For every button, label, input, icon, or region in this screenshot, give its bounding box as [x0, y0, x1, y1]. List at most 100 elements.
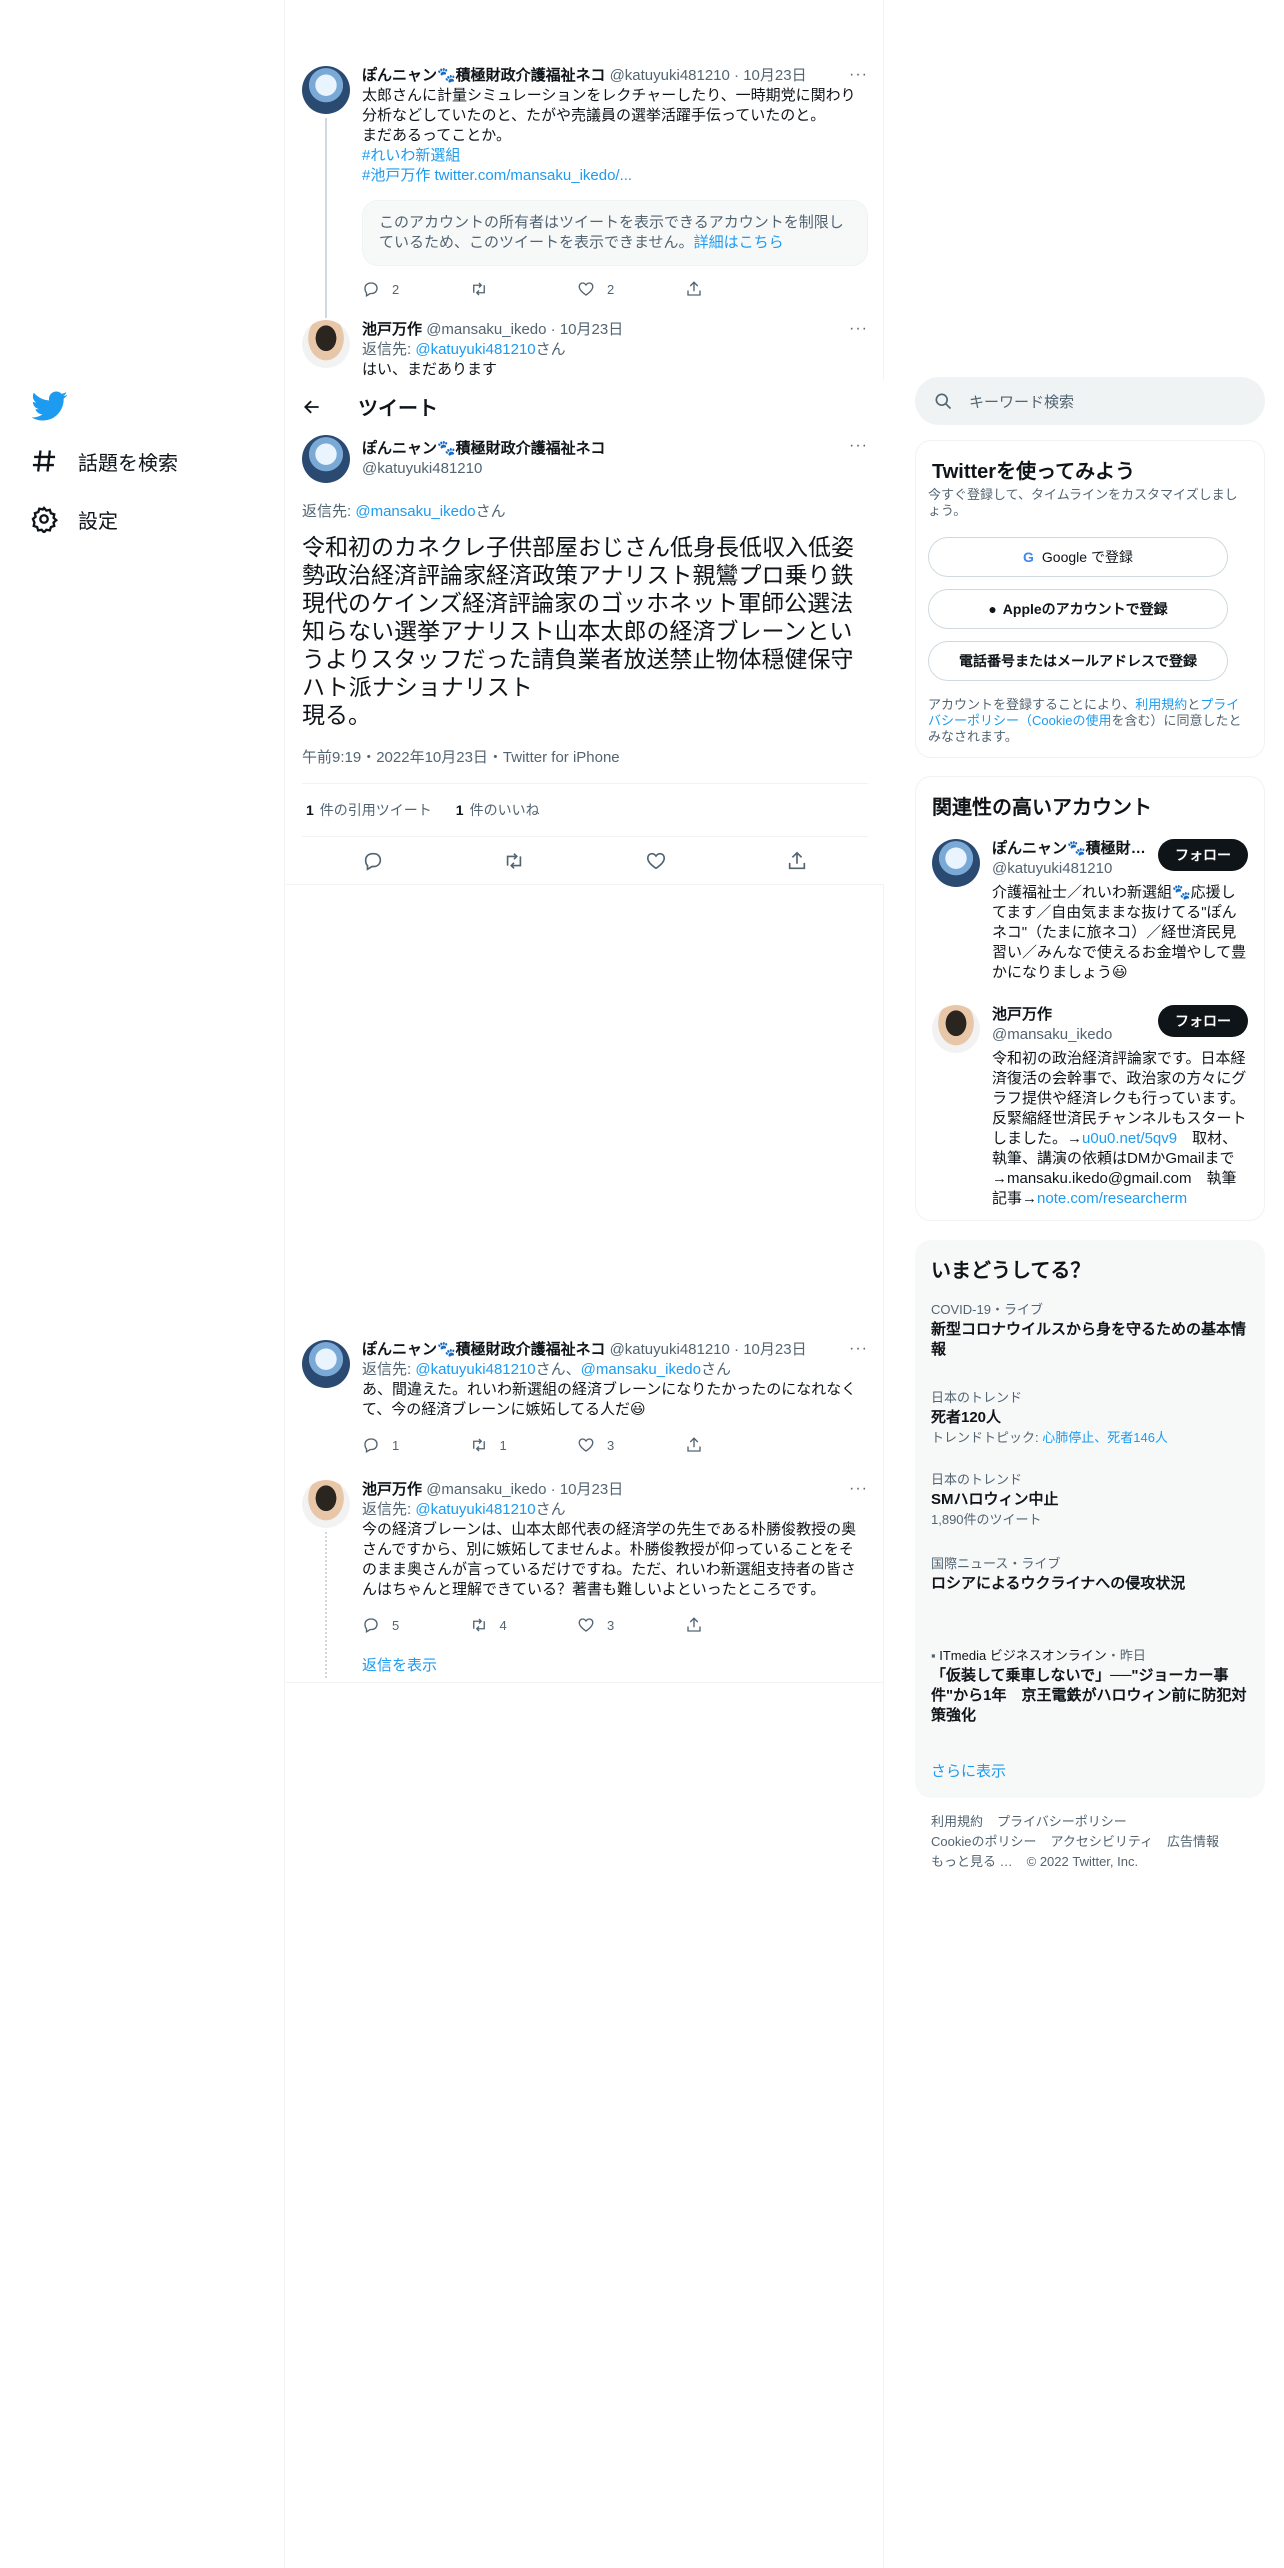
learn-more-link[interactable]: 詳細はこちら [694, 234, 784, 251]
footer-link[interactable]: プライバシーポリシー [997, 1814, 1127, 1829]
trend-topic-link[interactable]: 心肺停止、死者146人 [1042, 1430, 1168, 1445]
tweet-date[interactable]: 10月23日 [560, 321, 623, 338]
account-name[interactable]: 池戸万作 [992, 1005, 1152, 1025]
follow-button[interactable]: フォロー [1158, 1005, 1248, 1037]
apple-signup-button[interactable]: ● Appleのアカウントで登録 [928, 589, 1228, 629]
footer-link[interactable]: アクセシビリティ [1050, 1834, 1153, 1849]
nav-settings[interactable]: 設定 [30, 499, 118, 539]
author-name[interactable]: ぽんニャン🐾積極財政介護福祉ネコ [362, 67, 605, 84]
reply-tweet[interactable]: 池戸万作 @mansaku_ikedo · 10月23日 返信先: @katuy… [286, 1478, 884, 1678]
more-options-icon[interactable]: ··· [849, 320, 868, 338]
avatar[interactable] [932, 1005, 980, 1053]
account-suggestion[interactable]: ぽんニャン🐾積極財政… @katuyuki481210 介護福祉士／れいわ新選組… [932, 839, 1248, 989]
tweet-timestamp[interactable]: 午前9:19・2022年10月23日・Twitter for iPhone [302, 746, 620, 767]
left-navigation: 話題を検索 設定 [0, 0, 285, 2568]
hashtag-link[interactable]: #れいわ新選組 [362, 147, 460, 164]
trend-item[interactable]: COVID-19・ライブ 新型コロナウイルスから身を守るための基本情報 [931, 1302, 1249, 1360]
reply-button[interactable]: 2 [362, 280, 470, 298]
retweet-button[interactable] [470, 280, 578, 298]
share-button[interactable] [685, 1616, 793, 1634]
more-options-icon[interactable]: ··· [849, 66, 868, 84]
share-icon [686, 1617, 701, 1632]
mention-link[interactable]: @mansaku_ikedo [355, 503, 475, 520]
avatar[interactable] [302, 435, 350, 483]
share-button[interactable] [685, 280, 793, 298]
like-button[interactable]: 3 [577, 1616, 685, 1634]
google-signup-button[interactable]: G Google で登録 [928, 537, 1228, 577]
nav-explore[interactable]: 話題を検索 [30, 441, 178, 481]
focused-tweet: ぽんニャン🐾積極財政介護福祉ネコ @katuyuki481210 ··· 返信先… [286, 433, 884, 885]
author-handle[interactable]: @mansaku_ikedo [426, 1481, 546, 1498]
bio-link[interactable]: u0u0.net/5qv9 [1082, 1130, 1177, 1147]
mention-link[interactable]: @mansaku_ikedo [581, 1361, 701, 1378]
heart-icon[interactable] [645, 850, 667, 872]
avatar[interactable] [302, 320, 350, 368]
more-options-icon[interactable]: ··· [849, 437, 868, 455]
mention-link[interactable]: @katuyuki481210 [415, 1361, 535, 1378]
quote-tweets-stat[interactable]: 1 件の引用ツイート [302, 800, 432, 820]
trend-item[interactable]: 国際ニュース・ライブ ロシアによるウクライナへの侵攻状況 [931, 1556, 1249, 1594]
bio-link[interactable]: note.com/researcherm [1037, 1190, 1187, 1207]
trend-item[interactable]: 日本のトレンド SMハロウィン中止 1,890件のツイート [931, 1472, 1249, 1528]
terms-link[interactable]: 利用規約 [1135, 697, 1187, 712]
reply-icon [364, 282, 378, 297]
reply-context: 返信先: @katuyuki481210さん、@mansaku_ikedoさん [362, 1361, 731, 1378]
trend-item[interactable]: 日本のトレンド 死者120人 トレンドトピック: 心肺停止、死者146人 [931, 1390, 1249, 1446]
footer-more-link[interactable]: もっと見る … [931, 1854, 1013, 1869]
tweet-date[interactable]: 10月23日 [743, 67, 806, 84]
mention-link[interactable]: @katuyuki481210 [415, 1501, 535, 1518]
share-button[interactable] [685, 1436, 793, 1454]
back-arrow-icon[interactable] [302, 397, 322, 417]
account-suggestion[interactable]: 池戸万作 @mansaku_ikedo 令和初の政治経済評論家です。日本経済復活… [932, 1005, 1248, 1215]
author-handle[interactable]: @mansaku_ikedo [426, 321, 546, 338]
show-more-link[interactable]: さらに表示 [931, 1760, 1006, 1781]
tweet-link[interactable]: #池戸万作 twitter.com/mansaku_ikedo/... [362, 167, 632, 184]
share-icon[interactable] [786, 850, 808, 872]
mention-link[interactable]: @katuyuki481210 [415, 341, 535, 358]
phone-email-signup-button[interactable]: 電話番号またはメールアドレスで登録 [928, 641, 1228, 681]
footer-link[interactable]: Cookieのポリシー [931, 1834, 1036, 1849]
avatar[interactable] [302, 1480, 350, 1528]
author-name[interactable]: 池戸万作 [362, 1481, 422, 1498]
footer-link[interactable]: 広告情報 [1167, 1834, 1219, 1849]
show-replies-link[interactable]: 返信を表示 [362, 1654, 437, 1675]
author-handle[interactable]: @katuyuki481210 [610, 67, 730, 84]
account-name[interactable]: ぽんニャン🐾積極財政… [992, 839, 1152, 859]
reply-button[interactable]: 5 [362, 1616, 470, 1634]
thread-tweet[interactable]: ぽんニャン🐾積極財政介護福祉ネコ @katuyuki481210 · 10月23… [286, 62, 884, 318]
thread-tweet[interactable]: 池戸万作 @mansaku_ikedo · 10月23日 返信先: @katuy… [286, 320, 884, 380]
like-button[interactable]: 3 [577, 1436, 685, 1454]
retweet-icon[interactable] [503, 850, 525, 872]
footer-link[interactable]: 利用規約 [931, 1814, 983, 1829]
thread-connector [325, 118, 327, 318]
author-handle[interactable]: @katuyuki481210 [610, 1341, 730, 1358]
gear-icon [31, 506, 58, 533]
more-options-icon[interactable]: ··· [849, 1480, 868, 1498]
author-name[interactable]: ぽんニャン🐾積極財政介護福祉ネコ [362, 439, 605, 459]
author-name[interactable]: ぽんニャン🐾積極財政介護福祉ネコ [362, 1341, 605, 1358]
author-handle[interactable]: @katuyuki481210 [362, 459, 605, 479]
reply-tweet[interactable]: ぽんニャン🐾積極財政介護福祉ネコ @katuyuki481210 · 10月23… [286, 1338, 884, 1464]
twitter-logo-icon[interactable] [32, 388, 68, 424]
reply-context: 返信先: @mansaku_ikedoさん [302, 503, 506, 520]
tweet-date[interactable]: 10月23日 [560, 1481, 623, 1498]
author-name[interactable]: 池戸万作 [362, 321, 422, 338]
search-box[interactable]: キーワード検索 [915, 377, 1265, 425]
avatar[interactable] [932, 839, 980, 887]
likes-stat[interactable]: 1 件のいいね [452, 800, 540, 820]
search-input[interactable]: キーワード検索 [969, 391, 1074, 412]
reply-icon[interactable] [362, 850, 384, 872]
avatar[interactable] [302, 1340, 350, 1388]
divider [286, 1682, 884, 1683]
retweet-button[interactable]: 1 [470, 1436, 578, 1454]
reply-button[interactable]: 1 [362, 1436, 470, 1454]
tweet-column: ぽんニャン🐾積極財政介護福祉ネコ @katuyuki481210 · 10月23… [286, 0, 884, 2568]
like-button[interactable]: 2 [577, 280, 685, 298]
retweet-button[interactable]: 4 [470, 1616, 578, 1634]
trend-item[interactable]: ▪ ITmedia ビジネスオンライン・昨日 「仮装して乗車しないで」──"ジョ… [931, 1648, 1249, 1726]
avatar[interactable] [302, 66, 350, 114]
follow-button[interactable]: フォロー [1158, 839, 1248, 871]
tweet-date[interactable]: 10月23日 [743, 1341, 806, 1358]
tweet-actions: 5 4 3 [362, 1616, 792, 1634]
more-options-icon[interactable]: ··· [849, 1340, 868, 1358]
